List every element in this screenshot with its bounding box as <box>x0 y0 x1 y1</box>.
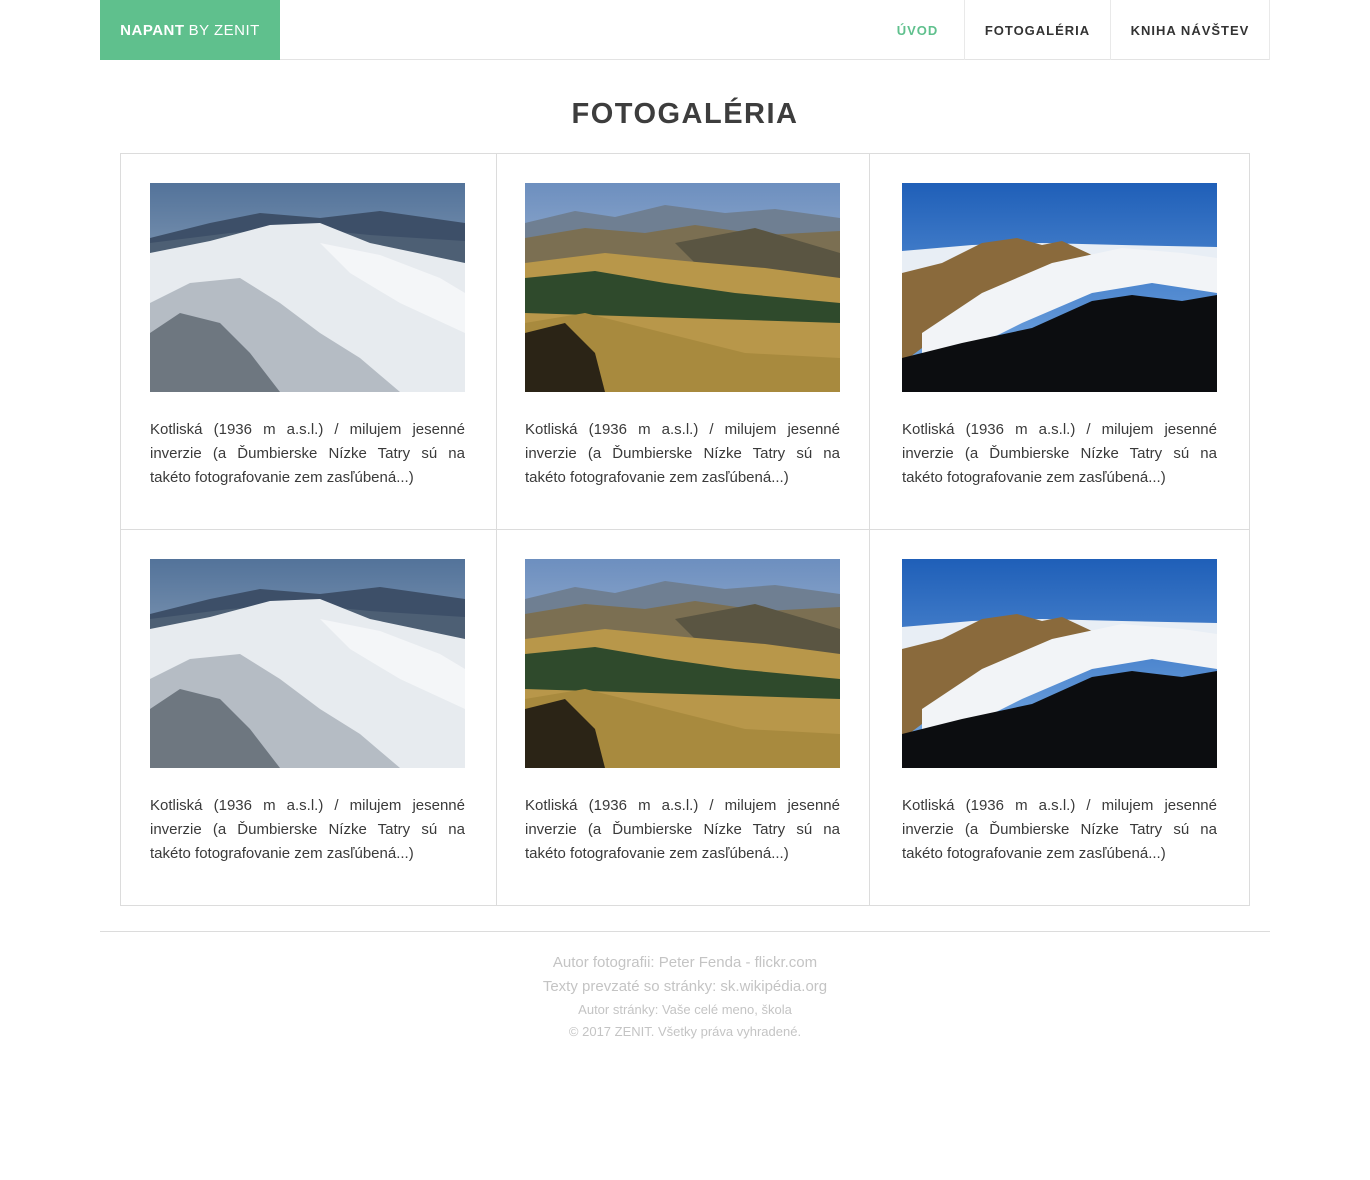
gallery-caption: Kotliská (1936 m a.s.l.) / milujem jesen… <box>525 421 840 486</box>
gallery-caption: Kotliská (1936 m a.s.l.) / milujem jesen… <box>525 797 840 862</box>
main-nav: ÚVOD FOTOGALÉRIA KNIHA NÁVŠTEV <box>871 0 1270 60</box>
nav-item-fotogaleria[interactable]: FOTOGALÉRIA <box>964 0 1110 60</box>
footer-texts-source: Texty prevzaté so stránky: sk.wikipédia.… <box>542 978 828 995</box>
snowy-ridge-image <box>150 559 465 768</box>
footer-divider <box>100 931 1270 932</box>
footer-site-author: Autor stránky: Vaše celé meno, škola <box>578 1002 792 1017</box>
footer-photo-author: Autor fotografii: Peter Fenda - flickr.c… <box>552 954 818 971</box>
gallery-caption: Kotliská (1936 m a.s.l.) / milujem jesen… <box>902 421 1217 486</box>
nav-item-uvod[interactable]: ÚVOD <box>871 0 964 60</box>
cloud-inversion-image <box>902 559 1217 768</box>
autumn-meadow-image <box>525 559 840 768</box>
snowy-ridge-image <box>150 183 465 392</box>
gallery-photo-snowy-ridge[interactable] <box>150 183 465 392</box>
gallery-photo-snowy-ridge[interactable] <box>150 559 465 768</box>
gallery-photo-cloud-inversion[interactable] <box>902 183 1217 392</box>
gallery-caption: Kotliská (1936 m a.s.l.) / milujem jesen… <box>150 797 465 862</box>
brand-suffix: BY ZENIT <box>188 21 260 39</box>
nav-item-kniha-navstev[interactable]: KNIHA NÁVŠTEV <box>1110 0 1270 60</box>
brand-name: NAPANT <box>120 21 185 39</box>
site-header: NAPANT BY ZENIT ÚVOD FOTOGALÉRIA KNIHA N… <box>100 0 1270 60</box>
gallery-caption: Kotliská (1936 m a.s.l.) / milujem jesen… <box>902 797 1217 862</box>
footer-copyright: © 2017 ZENIT. Všetky práva vyhradené. <box>568 1024 802 1039</box>
grid-divider <box>121 529 1249 530</box>
gallery-photo-cloud-inversion[interactable] <box>902 559 1217 768</box>
page-title: FOTOGALÉRIA <box>571 98 799 130</box>
cloud-inversion-image <box>902 183 1217 392</box>
brand-logo[interactable]: NAPANT BY ZENIT <box>100 0 280 60</box>
gallery-photo-autumn-meadow[interactable] <box>525 183 840 392</box>
autumn-meadow-image <box>525 183 840 392</box>
gallery-caption: Kotliská (1936 m a.s.l.) / milujem jesen… <box>150 421 465 486</box>
photo-gallery: Kotliská (1936 m a.s.l.) / milujem jesen… <box>120 153 1250 906</box>
gallery-photo-autumn-meadow[interactable] <box>525 559 840 768</box>
